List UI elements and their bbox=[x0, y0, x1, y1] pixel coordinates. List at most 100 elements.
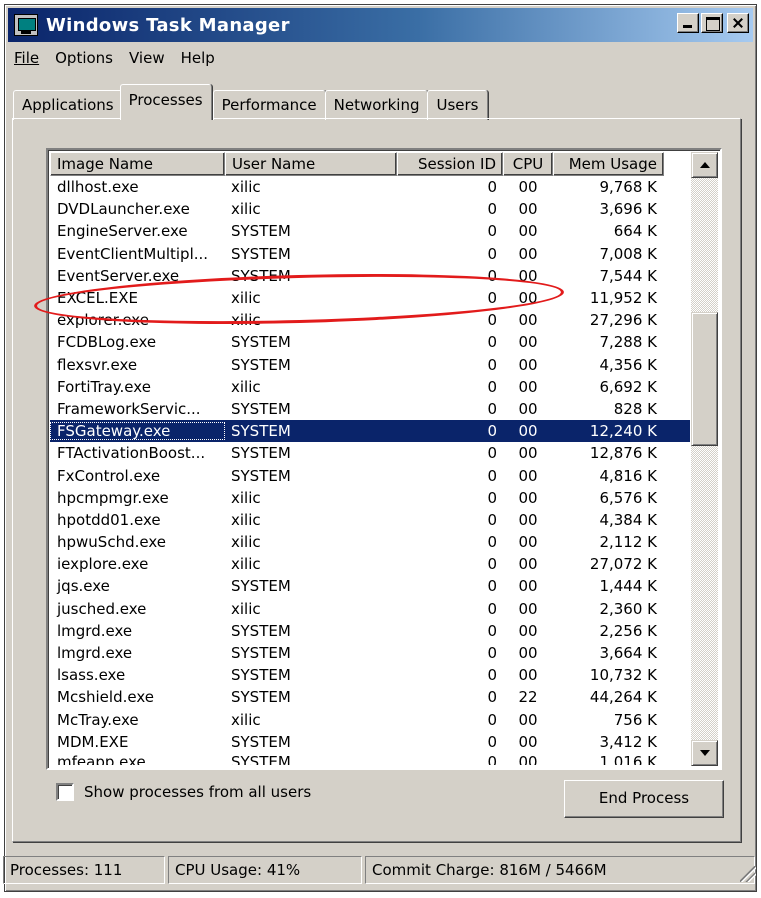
table-row[interactable]: explorer.exe xilic 0 00 27,296 K bbox=[50, 309, 690, 331]
table-row[interactable]: EventClientMultipl... SYSTEM 0 00 7,008 K bbox=[50, 243, 690, 265]
process-name: EXCEL.EXE bbox=[57, 289, 138, 308]
scroll-up-button[interactable] bbox=[691, 152, 718, 178]
process-cpu: 00 bbox=[518, 488, 538, 507]
table-row[interactable]: FSGateway.exe SYSTEM 0 00 12,240 K bbox=[50, 420, 690, 443]
column-session-id[interactable]: Session ID bbox=[397, 152, 503, 176]
tab-users[interactable]: Users bbox=[427, 90, 488, 120]
vertical-scrollbar[interactable] bbox=[691, 152, 718, 766]
table-row[interactable]: flexsvr.exe SYSTEM 0 00 4,356 K bbox=[50, 354, 690, 376]
process-session: 0 bbox=[487, 333, 497, 352]
table-row[interactable]: EventServer.exe SYSTEM 0 00 7,544 K bbox=[50, 265, 690, 287]
table-row[interactable]: McTray.exe xilic 0 00 756 K bbox=[50, 709, 690, 731]
column-cpu[interactable]: CPU bbox=[503, 152, 553, 176]
table-row[interactable]: jusched.exe xilic 0 00 2,360 K bbox=[50, 598, 690, 620]
process-name: hpcmpmgr.exe bbox=[57, 488, 169, 507]
menu-file[interactable]: File bbox=[8, 49, 47, 67]
process-session: 0 bbox=[487, 577, 497, 596]
table-row[interactable]: FxControl.exe SYSTEM 0 00 4,816 K bbox=[50, 464, 690, 486]
end-process-button[interactable]: End Process bbox=[564, 780, 724, 818]
process-user: SYSTEM bbox=[231, 688, 291, 707]
column-image-name[interactable]: Image Name bbox=[50, 152, 225, 176]
process-mem: 2,112 K bbox=[599, 533, 657, 552]
process-cpu: 00 bbox=[518, 355, 538, 374]
process-user: SYSTEM bbox=[231, 666, 291, 685]
process-session: 0 bbox=[487, 752, 497, 765]
process-cpu: 00 bbox=[518, 577, 538, 596]
table-row[interactable]: DVDLauncher.exe xilic 0 00 3,696 K bbox=[50, 198, 690, 220]
process-name: dllhost.exe bbox=[57, 178, 139, 197]
tab-strip: Applications Processes Performance Netwo… bbox=[13, 84, 488, 120]
table-row[interactable]: iexplore.exe xilic 0 00 27,072 K bbox=[50, 553, 690, 575]
title-bar[interactable]: Windows Task Manager bbox=[8, 8, 753, 42]
table-row[interactable]: FTActivationBoost... SYSTEM 0 00 12,876 K bbox=[50, 442, 690, 464]
process-mem: 1,444 K bbox=[599, 577, 657, 596]
column-user-name[interactable]: User Name bbox=[225, 152, 397, 176]
process-cpu: 00 bbox=[518, 266, 538, 285]
process-mem: 4,816 K bbox=[599, 466, 657, 485]
column-mem-usage[interactable]: Mem Usage bbox=[553, 152, 664, 176]
table-row[interactable]: EngineServer.exe SYSTEM 0 00 664 K bbox=[50, 220, 690, 242]
process-name: flexsvr.exe bbox=[57, 355, 138, 374]
process-user: SYSTEM bbox=[231, 752, 291, 765]
table-row[interactable]: MDM.EXE SYSTEM 0 00 3,412 K bbox=[50, 731, 690, 753]
process-cpu: 00 bbox=[518, 289, 538, 308]
process-cpu: 00 bbox=[518, 644, 538, 663]
process-cpu: 00 bbox=[518, 510, 538, 529]
process-session: 0 bbox=[487, 444, 497, 463]
table-row[interactable]: EXCEL.EXE xilic 0 00 11,952 K bbox=[50, 287, 690, 309]
scroll-thumb[interactable] bbox=[691, 312, 718, 446]
tab-processes[interactable]: Processes bbox=[119, 84, 212, 120]
table-row[interactable]: FrameworkServic... SYSTEM 0 00 828 K bbox=[50, 398, 690, 420]
table-row[interactable]: hpwuSchd.exe xilic 0 00 2,112 K bbox=[50, 531, 690, 553]
process-user: SYSTEM bbox=[231, 466, 291, 485]
process-user: xilic bbox=[231, 710, 261, 729]
tab-performance[interactable]: Performance bbox=[212, 90, 326, 120]
minimize-button[interactable] bbox=[677, 13, 699, 33]
table-row[interactable]: FortiTray.exe xilic 0 00 6,692 K bbox=[50, 376, 690, 398]
menu-view[interactable]: View bbox=[121, 49, 173, 67]
process-name: lsass.exe bbox=[57, 666, 126, 685]
process-cpu: 00 bbox=[518, 444, 538, 463]
show-all-users-checkbox[interactable] bbox=[56, 783, 74, 801]
menu-options[interactable]: Options bbox=[47, 49, 121, 67]
table-row[interactable]: lsass.exe SYSTEM 0 00 10,732 K bbox=[50, 664, 690, 686]
process-session: 0 bbox=[487, 510, 497, 529]
table-row[interactable]: Mcshield.exe SYSTEM 0 22 44,264 K bbox=[50, 686, 690, 708]
menu-file-label: File bbox=[14, 49, 40, 67]
resize-grip[interactable] bbox=[740, 866, 756, 882]
close-button[interactable] bbox=[727, 13, 749, 33]
scroll-down-button[interactable] bbox=[691, 740, 718, 766]
process-name: explorer.exe bbox=[57, 311, 149, 330]
process-name: MDM.EXE bbox=[57, 732, 129, 751]
process-cpu: 00 bbox=[518, 244, 538, 263]
process-session: 0 bbox=[487, 377, 497, 396]
table-row[interactable]: dllhost.exe xilic 0 00 9,768 K bbox=[50, 176, 690, 198]
process-cpu: 00 bbox=[518, 377, 538, 396]
process-mem: 11,952 K bbox=[589, 289, 657, 308]
tab-applications[interactable]: Applications bbox=[13, 90, 123, 120]
process-session: 0 bbox=[487, 311, 497, 330]
process-mem: 7,288 K bbox=[599, 333, 657, 352]
table-row[interactable]: hpcmpmgr.exe xilic 0 00 6,576 K bbox=[50, 487, 690, 509]
process-session: 0 bbox=[487, 222, 497, 241]
process-cpu: 00 bbox=[518, 666, 538, 685]
status-commit-charge: Commit Charge: 816M / 5466M bbox=[365, 856, 755, 884]
table-row[interactable]: lmgrd.exe SYSTEM 0 00 3,664 K bbox=[50, 642, 690, 664]
process-name: jusched.exe bbox=[57, 599, 147, 618]
process-list[interactable]: Image Name User Name Session ID CPU Mem … bbox=[46, 148, 722, 770]
maximize-button[interactable] bbox=[701, 13, 723, 33]
tab-networking[interactable]: Networking bbox=[324, 90, 429, 120]
table-row[interactable]: FCDBLog.exe SYSTEM 0 00 7,288 K bbox=[50, 331, 690, 353]
table-row[interactable]: hpotdd01.exe xilic 0 00 4,384 K bbox=[50, 509, 690, 531]
menu-help[interactable]: Help bbox=[173, 49, 223, 67]
process-user: SYSTEM bbox=[231, 577, 291, 596]
process-name: mfeapp.exe bbox=[57, 752, 146, 765]
show-all-users-option[interactable]: Show processes from all users bbox=[56, 783, 311, 801]
process-name: hpotdd01.exe bbox=[57, 510, 161, 529]
process-session: 0 bbox=[487, 488, 497, 507]
status-bar: Processes: 111 CPU Usage: 41% Commit Cha… bbox=[3, 856, 758, 884]
process-cpu: 00 bbox=[518, 466, 538, 485]
table-row[interactable]: lmgrd.exe SYSTEM 0 00 2,256 K bbox=[50, 620, 690, 642]
table-row[interactable]: mfeapp.exe SYSTEM 0 00 1,016 K bbox=[50, 753, 690, 765]
table-row[interactable]: jqs.exe SYSTEM 0 00 1,444 K bbox=[50, 575, 690, 597]
